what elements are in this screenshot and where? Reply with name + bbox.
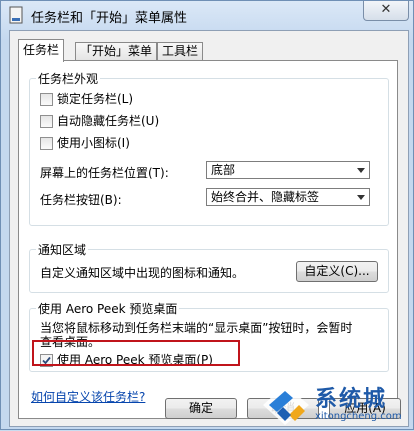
lock-taskbar-label: 锁定任务栏(L) (57, 92, 134, 106)
tab-start-menu[interactable]: 「开始」菜单 (75, 42, 158, 60)
chevron-down-icon (357, 168, 365, 173)
group-title-notification: 通知区域 (36, 241, 89, 258)
notification-description: 自定义通知区域中出现的图标和通知。 (40, 266, 245, 280)
help-link[interactable]: 如何自定义该任务栏? (31, 388, 145, 405)
autohide-taskbar-checkbox[interactable] (40, 115, 53, 128)
close-icon: ✕ (380, 2, 392, 17)
taskbar-properties-icon (9, 6, 23, 24)
group-title-aero-peek: 使用 Aero Peek 预览桌面 (36, 300, 180, 317)
notification-area-group: 通知区域 自定义通知区域中出现的图标和通知。 自定义(C)... (29, 241, 389, 293)
taskbar-tab-panel: 任务栏外观 锁定任务栏(L) 自动隐藏任务栏(U) 使用小图标(I) 屏幕上的任… (18, 60, 398, 419)
taskbar-location-label: 屏幕上的任务栏位置(T): (40, 166, 169, 180)
tab-toolbars[interactable]: 工具栏 (157, 42, 204, 60)
taskbar-buttons-value: 始终合并、隐藏标签 (211, 190, 320, 204)
lock-taskbar-checkbox[interactable] (40, 93, 53, 106)
watermark-url: xitongcheng.com (315, 411, 402, 422)
dialog-body: 任务栏 「开始」菜单 工具栏 任务栏外观 锁定任务栏(L) 自动隐藏任务栏(U)… (9, 30, 409, 427)
tab-taskbar[interactable]: 任务栏 (18, 39, 65, 62)
chevron-down-icon (357, 195, 365, 200)
taskbar-location-select[interactable]: 底部 (206, 161, 370, 179)
window-title: 任务栏和「开始」菜单属性 (31, 11, 188, 26)
title-bar: 任务栏和「开始」菜单属性 ✕ (1, 1, 413, 29)
taskbar-buttons-label: 任务栏按钮(B): (40, 193, 122, 207)
customize-notifications-button[interactable]: 自定义(C)... (296, 261, 378, 282)
taskbar-buttons-select[interactable]: 始终合并、隐藏标签 (206, 188, 370, 206)
small-icons-label: 使用小图标(I) (57, 136, 130, 150)
group-title-appearance: 任务栏外观 (36, 70, 101, 87)
watermark-brand: 系统城 (315, 387, 388, 412)
properties-dialog: 任务栏和「开始」菜单属性 ✕ 任务栏 「开始」菜单 工具栏 任务栏外观 锁定任务… (0, 0, 414, 430)
close-button[interactable]: ✕ (363, 1, 409, 21)
autohide-taskbar-label: 自动隐藏任务栏(U) (57, 114, 160, 128)
ok-button[interactable]: 确定 (165, 398, 237, 419)
small-icons-checkbox[interactable] (40, 137, 53, 150)
taskbar-location-value: 底部 (211, 163, 236, 177)
annotation-highlight-box (32, 340, 240, 366)
taskbar-appearance-group: 任务栏外观 锁定任务栏(L) 自动隐藏任务栏(U) 使用小图标(I) 屏幕上的任… (29, 70, 389, 226)
